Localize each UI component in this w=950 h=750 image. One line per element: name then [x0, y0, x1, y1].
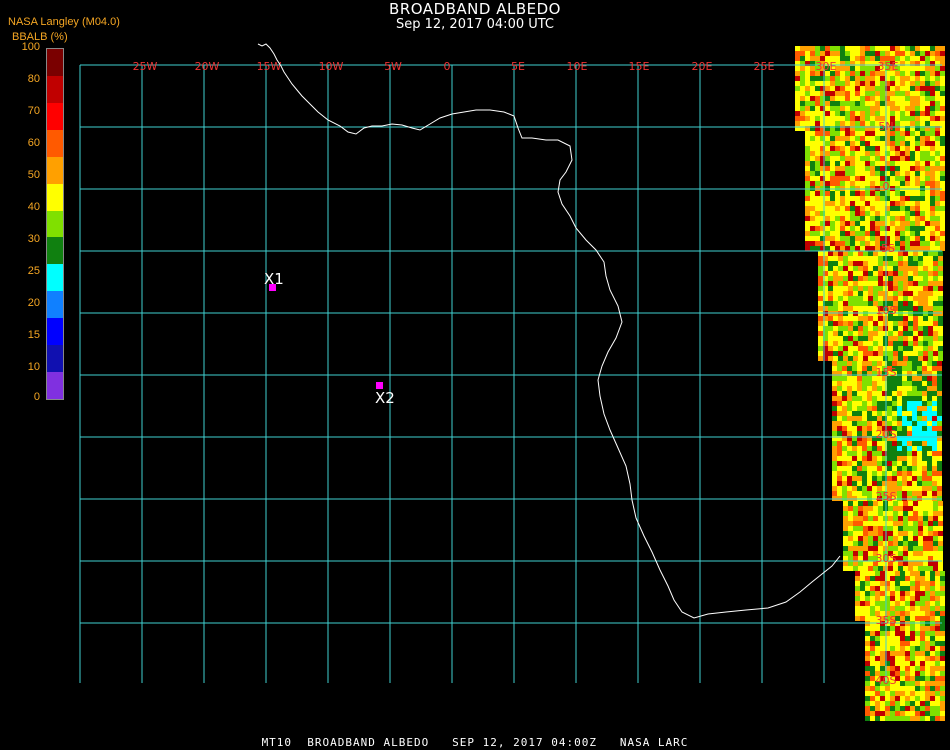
longitude-label: 30E	[816, 60, 837, 73]
longitude-label: 20W	[195, 60, 220, 73]
latitude-label: 0	[883, 180, 890, 193]
latitude-label: 40S	[876, 674, 897, 687]
longitude-label: 10E	[567, 60, 588, 73]
satellite-swath	[795, 46, 945, 721]
latitude-label: 35S	[876, 614, 897, 627]
longitude-label: 25E	[754, 60, 775, 73]
markers-layer: X1 X2	[264, 270, 395, 407]
longitude-label: 5W	[384, 60, 402, 73]
longitude-label: 15E	[629, 60, 650, 73]
marker-x2-square	[376, 382, 383, 389]
longitude-label: 10W	[319, 60, 344, 73]
marker-x2-label: X2	[375, 389, 395, 407]
longitude-label: 0	[444, 60, 451, 73]
latitude-label: 5N	[878, 120, 893, 133]
latitude-label: 5S	[881, 242, 895, 255]
footer-caption: MT10 BROADBAND ALBEDO SEP 12, 2017 04:00…	[261, 736, 689, 749]
longitude-label: 20E	[692, 60, 713, 73]
longitude-label: 35E	[878, 60, 899, 73]
latitude-label: 15S	[876, 366, 897, 379]
latitude-label: 25S	[876, 490, 897, 503]
longitude-label: 5E	[511, 60, 525, 73]
albedo-map: 25W 20W 15W 10W 5W 0 5E 10E 15E 20E 25E 30E 35E5N05S…	[79, 43, 945, 721]
africa-coastline	[257, 43, 841, 619]
latitude-label: 30S	[876, 552, 897, 565]
longitude-label: 25W	[133, 60, 158, 73]
marker-x1-label: X1	[264, 270, 284, 288]
latitude-label: 10S	[876, 304, 897, 317]
latitude-label: 20S	[876, 428, 897, 441]
